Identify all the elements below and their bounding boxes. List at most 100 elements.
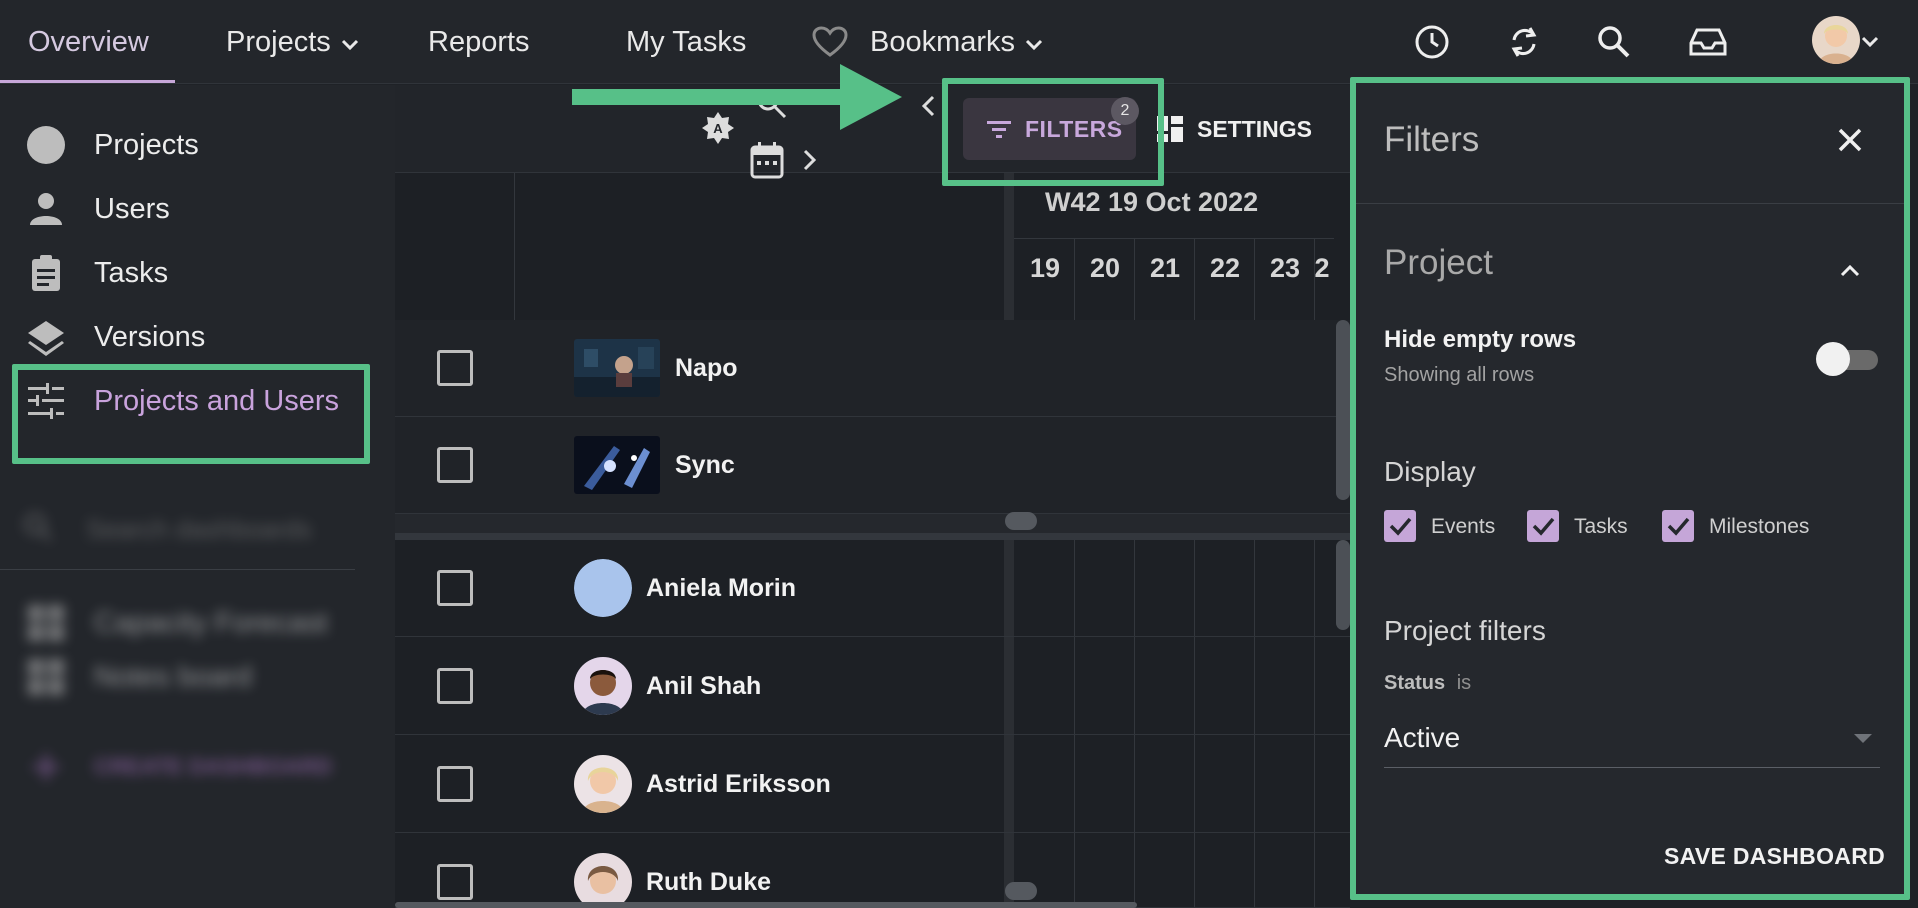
create-dashboard-button[interactable]: CREATE DASHBOARD — [0, 735, 395, 799]
table-row[interactable]: Anil Shah — [395, 638, 1350, 735]
user-name: Ruth Duke — [646, 868, 771, 896]
day-label: 23 — [1269, 253, 1301, 283]
milestones-checkbox[interactable] — [1662, 510, 1694, 542]
arrow-annotation — [572, 64, 912, 139]
table-row[interactable]: Astrid Eriksson — [395, 736, 1350, 833]
day-label: 2 — [1314, 253, 1330, 283]
inbox-icon[interactable] — [1686, 20, 1730, 64]
project-thumbnail — [574, 339, 660, 397]
user-name: Anil Shah — [646, 672, 762, 700]
nav-bookmarks-label: Bookmarks — [870, 25, 1016, 58]
row-checkbox[interactable] — [437, 350, 473, 386]
sidebar-item-label: Projects — [94, 128, 199, 161]
status-label: Status — [1384, 672, 1446, 694]
sidebar-divider — [0, 569, 355, 570]
close-icon[interactable] — [1830, 120, 1870, 160]
events-label: Events — [1431, 515, 1496, 538]
dashboard-icon — [26, 657, 66, 697]
calendar-icon[interactable] — [749, 141, 785, 184]
toggle-knob — [1816, 342, 1850, 376]
dropdown-arrow-icon — [1854, 734, 1872, 743]
nav-projects-label: Projects — [226, 25, 331, 58]
settings-button[interactable]: SETTINGS — [1157, 109, 1312, 149]
horizontal-scrollbar[interactable] — [1005, 512, 1037, 530]
sidebar-item-projects[interactable]: Projects — [0, 113, 395, 177]
clock-icon[interactable] — [1410, 20, 1454, 64]
chevron-down-icon — [341, 26, 359, 59]
horizontal-scrollbar[interactable] — [1005, 882, 1037, 900]
sidebar-dashboard-item[interactable]: Notes board — [0, 645, 395, 709]
search-icon[interactable] — [1592, 20, 1636, 64]
filters-button[interactable]: FILTERS — [963, 98, 1136, 160]
dashboard-icon — [26, 603, 66, 643]
day-label: 22 — [1209, 253, 1241, 283]
clipboard-icon — [26, 253, 66, 293]
save-dashboard-button[interactable]: SAVE DASHBOARD — [1664, 843, 1885, 870]
panel-title: Filters — [1384, 120, 1480, 159]
sidebar-item-versions[interactable]: Versions — [0, 305, 395, 369]
table-row[interactable]: Ruth Duke — [395, 834, 1350, 908]
day-label: 21 — [1149, 253, 1181, 283]
sidebar-item-users[interactable]: Users — [0, 177, 395, 241]
chevron-left-icon[interactable] — [921, 95, 935, 122]
row-checkbox[interactable] — [437, 864, 473, 900]
chevron-up-icon[interactable] — [1830, 250, 1870, 290]
bottom-scrollbar[interactable] — [395, 902, 1137, 908]
status-filter-label: Status is — [1384, 672, 1471, 695]
create-dashboard-label: CREATE DASHBOARD — [94, 754, 332, 779]
status-select-value: Active — [1384, 722, 1461, 753]
sidebar-item-label: Tasks — [94, 256, 169, 289]
row-checkbox[interactable] — [437, 668, 473, 704]
display-title: Display — [1384, 456, 1476, 487]
section-divider — [395, 533, 1350, 540]
section-title: Project — [1384, 243, 1493, 282]
row-checkbox[interactable] — [437, 447, 473, 483]
tasks-checkbox[interactable] — [1527, 510, 1559, 542]
row-checkbox[interactable] — [437, 766, 473, 802]
dashboard-search[interactable]: Search dashboards — [16, 505, 356, 553]
filters-count-badge: 2 — [1111, 97, 1139, 125]
table-row[interactable]: Napo — [395, 320, 1350, 417]
nav-my-tasks-label: My Tasks — [626, 25, 747, 58]
vertical-scrollbar[interactable] — [1336, 540, 1350, 630]
nav-reports-label: Reports — [428, 25, 530, 58]
sidebar: Projects Users Tasks Versions Projects a… — [0, 85, 395, 908]
chevron-right-icon[interactable] — [803, 149, 817, 176]
nav-reports[interactable]: Reports — [428, 0, 530, 84]
section-gap — [395, 514, 1350, 534]
nav-overview-label: Overview — [28, 25, 149, 58]
day-label: 20 — [1089, 253, 1121, 283]
sidebar-item-projects-and-users[interactable]: Projects and Users — [0, 369, 395, 433]
avatar — [574, 657, 632, 715]
table-row[interactable]: Sync — [395, 417, 1350, 514]
sidebar-item-tasks[interactable]: Tasks — [0, 241, 395, 305]
nav-overview[interactable]: Overview — [28, 0, 149, 84]
panel-divider — [1356, 203, 1908, 204]
project-thumbnail — [574, 436, 660, 494]
sync-icon[interactable] — [1502, 20, 1546, 64]
avatar — [574, 559, 632, 617]
table-row[interactable]: Aniela Morin — [395, 540, 1350, 637]
hide-empty-rows-status: Showing all rows — [1384, 364, 1535, 386]
day-label: 19 — [1029, 253, 1061, 283]
chevron-down-icon[interactable] — [1858, 20, 1882, 64]
avatar — [574, 853, 632, 907]
user-name: Aniela Morin — [646, 574, 797, 602]
dashboard-search-input[interactable]: Search dashboards — [86, 514, 311, 545]
status-select[interactable]: Active — [1384, 712, 1880, 768]
nav-projects[interactable]: Projects — [226, 0, 359, 84]
user-icon — [26, 189, 66, 229]
user-avatar[interactable] — [1812, 16, 1860, 64]
filters-label: FILTERS — [1025, 115, 1123, 142]
vertical-scrollbar[interactable] — [1336, 320, 1350, 500]
events-checkbox[interactable] — [1384, 510, 1416, 542]
project-name: Napo — [675, 354, 738, 382]
tasks-label: Tasks — [1574, 515, 1628, 538]
hide-empty-rows-toggle[interactable] — [1816, 342, 1878, 376]
week-divider — [1014, 238, 1334, 239]
row-checkbox[interactable] — [437, 570, 473, 606]
sidebar-dashboard-label: Notes board — [94, 660, 252, 693]
hide-empty-rows-label: Hide empty rows — [1384, 326, 1577, 353]
active-tab-indicator — [0, 80, 175, 83]
sidebar-item-label: Projects and Users — [94, 384, 339, 417]
